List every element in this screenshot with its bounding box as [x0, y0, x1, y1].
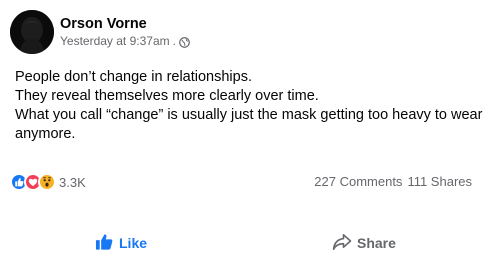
like-button[interactable]: Like: [95, 228, 147, 258]
comments-count[interactable]: 227 Comments: [314, 174, 402, 189]
separator: .: [172, 34, 176, 48]
author-name[interactable]: Orson Vorne: [60, 15, 190, 33]
shares-count[interactable]: 111 Shares: [407, 174, 472, 189]
post-subtitle: Yesterday at 9:37am .: [60, 33, 190, 49]
post-text-line: anymore.: [15, 126, 76, 142]
post-meta: Orson Vorne Yesterday at 9:37am .: [60, 15, 190, 49]
share-label: Share: [357, 235, 396, 251]
like-label: Like: [119, 235, 148, 251]
wow-reaction-icon: [38, 173, 56, 191]
post-text-line: What you call “change” is usually just t…: [15, 107, 483, 123]
post-text: People don’t change in relationships. Th…: [15, 68, 483, 144]
reactions-summary[interactable]: 3.3K: [10, 172, 86, 192]
action-bar: Like Share: [0, 228, 485, 258]
timestamp[interactable]: Yesterday at 9:37am: [60, 33, 170, 49]
thumbs-up-icon: [95, 233, 114, 254]
globe-icon: [179, 36, 190, 48]
post-text-line: People don’t change in relationships.: [15, 69, 252, 85]
post-header: Orson Vorne Yesterday at 9:37am .: [10, 10, 190, 54]
reaction-count: 3.3K: [59, 174, 86, 190]
post-stats: 227 Comments 111 Shares: [314, 174, 472, 189]
share-button[interactable]: Share: [332, 228, 396, 258]
share-arrow-icon: [332, 233, 352, 254]
avatar[interactable]: [10, 10, 54, 54]
post-card: Orson Vorne Yesterday at 9:37am . People…: [0, 0, 485, 263]
post-text-line: They reveal themselves more clearly over…: [15, 88, 319, 104]
